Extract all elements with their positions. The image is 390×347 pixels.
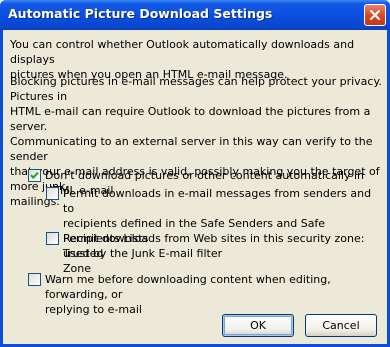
close-icon [369, 9, 381, 21]
warn-before-label: Warn me before downloading content when … [45, 272, 383, 317]
dialog-window: Automatic Picture Download Settings You … [0, 0, 390, 347]
intro-line: You can control whether Outlook automati… [10, 38, 355, 66]
close-button[interactable] [364, 4, 386, 26]
safe-senders-label-line: Permit downloads in e-mail messages from… [63, 187, 372, 215]
cancel-button[interactable]: Cancel [305, 314, 377, 337]
warn-before-checkbox[interactable] [28, 273, 41, 286]
title-bar[interactable]: Automatic Picture Download Settings [0, 0, 390, 30]
checkmark-icon [30, 171, 39, 180]
trusted-zone-checkbox[interactable] [46, 232, 59, 245]
dont-download-checkbox[interactable] [28, 169, 41, 182]
trusted-zone-label-line: Permit downloads from Web sites in this … [63, 232, 365, 260]
privacy-line: Communicating to an external server in t… [10, 135, 373, 163]
safe-senders-checkbox[interactable] [46, 187, 59, 200]
privacy-line: Blocking pictures in e-mail messages can… [10, 75, 382, 103]
ok-button[interactable]: OK [222, 314, 294, 337]
trusted-zone-label: Permit downloads from Web sites in this … [63, 231, 381, 276]
warn-before-label-line: Warn me before downloading content when … [45, 273, 331, 301]
window-title: Automatic Picture Download Settings [8, 6, 273, 21]
privacy-line: HTML e-mail can require Outlook to downl… [10, 105, 371, 133]
